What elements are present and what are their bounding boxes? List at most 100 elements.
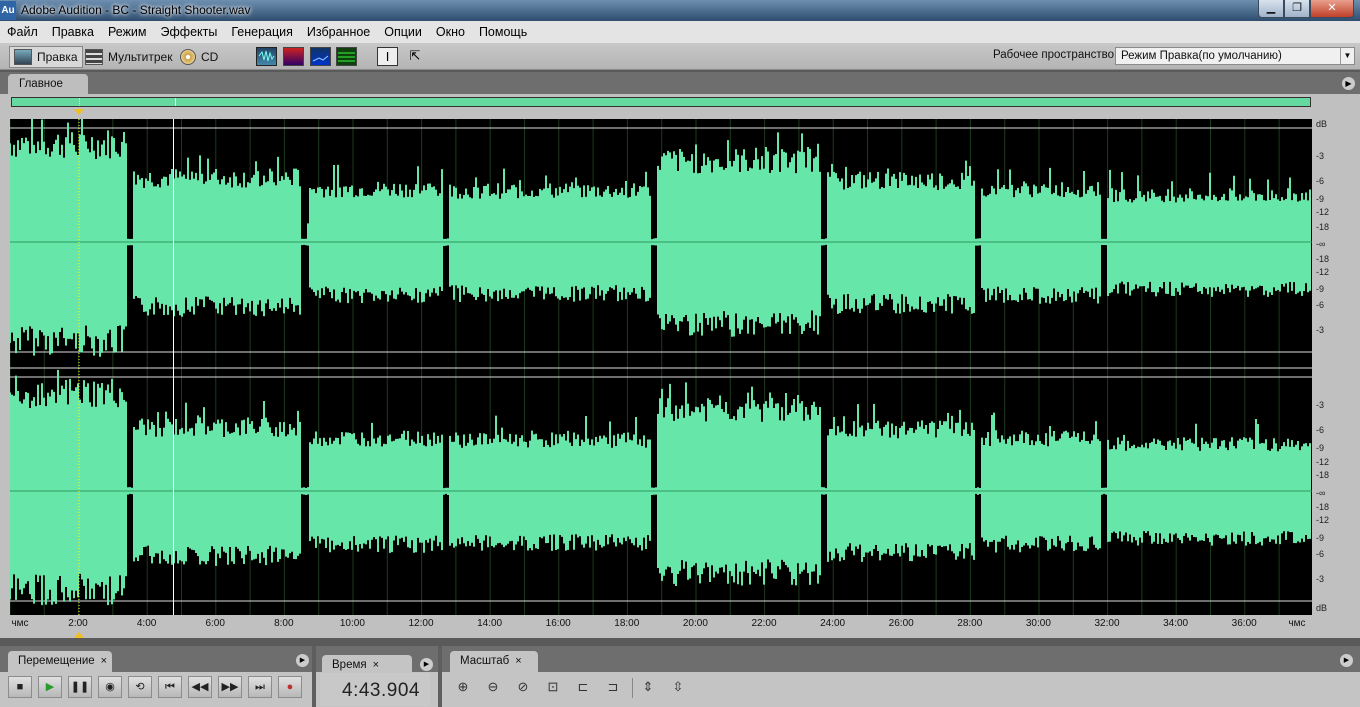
zoom-selection-icon: ⊡ (547, 679, 559, 694)
panel-menu-icon[interactable]: ▶ (296, 654, 309, 667)
go-to-end-button[interactable]: ⏭ (248, 676, 272, 698)
db-label: -12 (1316, 457, 1330, 467)
zoom-in-icon: ⊕ (457, 679, 469, 694)
timeline-ruler[interactable]: чмс чмс 2:00 4:00 6:00 8:00 10:00 12:00 14:00 1… (10, 616, 1312, 632)
timeline-tick: 34:00 (1163, 618, 1189, 629)
overview-playhead (79, 98, 80, 106)
tab-main[interactable]: Главное (8, 74, 88, 94)
zoom-panel: Масштаб × ▶ ⊕ ⊖ ⊘ ⊡ ⊏ ⊐ ⇕ ⇳ (442, 646, 1360, 707)
workspace-label: Рабочее пространство: (993, 49, 1118, 61)
zoom-left-edge-button[interactable]: ⊏ (572, 677, 594, 697)
play-button[interactable]: ▶ (38, 676, 62, 698)
db-label: -3 (1316, 151, 1325, 161)
menu-generate[interactable]: Генерация (224, 21, 300, 43)
tab-zoom[interactable]: Масштаб × (450, 651, 538, 672)
close-button[interactable]: ✕ (1310, 0, 1354, 18)
menu-help[interactable]: Помощь (472, 21, 534, 43)
multitrack-label: Мультитрек (108, 50, 173, 64)
go-to-start-button[interactable]: ⏮ (158, 676, 182, 698)
timeline-tick: 14:00 (477, 618, 503, 629)
zoom-out-vertical-button[interactable]: ⇳ (667, 677, 689, 697)
waveform-display-icon[interactable] (256, 47, 277, 66)
tab-transport[interactable]: Перемещение × (8, 651, 112, 672)
close-icon[interactable]: × (373, 659, 379, 671)
zoom-out-horizontal-button[interactable]: ⊖ (482, 677, 504, 697)
play-icon: ▶ (45, 681, 55, 693)
zoom-in-horizontal-button[interactable]: ⊕ (452, 677, 474, 697)
overview-bar[interactable] (11, 97, 1311, 107)
zoom-out-vertical-icon: ⇳ (672, 679, 684, 694)
panel-menu-icon[interactable]: ▶ (1340, 654, 1353, 667)
record-button[interactable]: ● (278, 676, 302, 698)
timeline-tick: 36:00 (1231, 618, 1257, 629)
timeline-tick: 10:00 (339, 618, 365, 629)
pause-button[interactable]: ❚❚ (68, 676, 92, 698)
timeline-end-label: чмс (1288, 618, 1306, 629)
zoom-right-edge-button[interactable]: ⊐ (602, 677, 624, 697)
db-label: -∞ (1316, 239, 1326, 249)
fast-forward-button[interactable]: ▶▶ (218, 676, 242, 698)
maximize-button[interactable]: ❐ (1284, 0, 1310, 18)
loop-button[interactable]: ⟲ (128, 676, 152, 698)
time-selection-tool-icon[interactable]: I (377, 47, 398, 66)
loop-icon: ⟲ (135, 681, 145, 693)
spectral-display-icon[interactable] (283, 47, 304, 66)
phase-display-icon[interactable] (336, 47, 357, 66)
go-to-start-icon: ⏮ (165, 681, 175, 693)
record-icon: ● (286, 681, 294, 693)
waveform-right-channel (10, 369, 1311, 606)
cd-view-button[interactable]: CD (180, 46, 218, 68)
timeline-tick: 4:00 (136, 618, 157, 629)
zoom-tab-label: Масштаб (460, 655, 510, 667)
playhead-marker-top[interactable] (74, 109, 84, 115)
edit-view-button[interactable]: Правка (9, 46, 83, 68)
menu-file[interactable]: Файл (0, 21, 45, 43)
zoom-out-icon: ⊖ (487, 679, 499, 694)
zoom-out-full-button[interactable]: ⊘ (512, 677, 534, 697)
db-label: -12 (1316, 267, 1330, 277)
transport-panel-header: Перемещение × ▶ (0, 646, 312, 672)
timeline-start-label: чмс (11, 618, 29, 629)
zoom-to-selection-button[interactable]: ⊡ (542, 677, 564, 697)
playhead-marker-bottom[interactable] (74, 632, 84, 638)
timeline-tick: 8:00 (274, 618, 294, 629)
close-icon[interactable]: × (515, 655, 521, 667)
pitch-display-icon[interactable] (310, 47, 331, 66)
menu-edit[interactable]: Правка (45, 21, 101, 43)
db-label: dB (1316, 603, 1328, 613)
time-tab-label: Время (332, 659, 367, 671)
zoom-in-vertical-button[interactable]: ⇕ (637, 677, 659, 697)
zoom-panel-header: Масштаб × ▶ (442, 646, 1360, 672)
timeline-tick: 26:00 (888, 618, 914, 629)
db-scale: dB -3 -6 -9 -12 -18 -∞ -18 -12 -9 -6 -3 -3 -6 -9 -12 -18… (1312, 119, 1360, 615)
workspace-select[interactable]: Режим Правка(по умолчанию) ▼ (1115, 47, 1355, 65)
fast-forward-icon: ▶▶ (221, 681, 239, 693)
bottom-panels: Перемещение × ▶ ■ ▶ ❚❚ ◉ ⟲ ⏮ ◀◀ ▶▶ ⏭ ● Вр… (0, 646, 1360, 707)
waveform-edit-icon (14, 49, 32, 65)
divider (632, 678, 633, 698)
waveform-display[interactable] (10, 119, 1312, 615)
db-label: -18 (1316, 470, 1330, 480)
play-from-cursor-button[interactable]: ◉ (98, 676, 122, 698)
menu-effects[interactable]: Эффекты (154, 21, 225, 43)
minimize-button[interactable]: ▁ (1258, 0, 1284, 18)
stop-button[interactable]: ■ (8, 676, 32, 698)
close-icon[interactable]: × (101, 655, 107, 667)
menu-options[interactable]: Опции (377, 21, 429, 43)
menu-window[interactable]: Окно (429, 21, 472, 43)
panel-menu-icon[interactable]: ▶ (420, 658, 433, 671)
multitrack-view-button[interactable]: Мультитрек (85, 46, 172, 68)
panel-menu-icon[interactable]: ▶ (1342, 77, 1355, 90)
app-icon: Au (0, 1, 16, 20)
pause-icon: ❚❚ (70, 681, 90, 693)
menu-view[interactable]: Режим (101, 21, 154, 43)
db-label: -3 (1316, 325, 1325, 335)
rewind-button[interactable]: ◀◀ (188, 676, 212, 698)
db-label: -18 (1316, 254, 1330, 264)
menu-favorites[interactable]: Избранное (300, 21, 377, 43)
rewind-icon: ◀◀ (191, 681, 209, 693)
db-label: -3 (1316, 574, 1325, 584)
move-tool-icon[interactable]: ⇱ (405, 48, 425, 66)
timeline-tick: 22:00 (751, 618, 777, 629)
timeline-tick: 6:00 (205, 618, 225, 629)
